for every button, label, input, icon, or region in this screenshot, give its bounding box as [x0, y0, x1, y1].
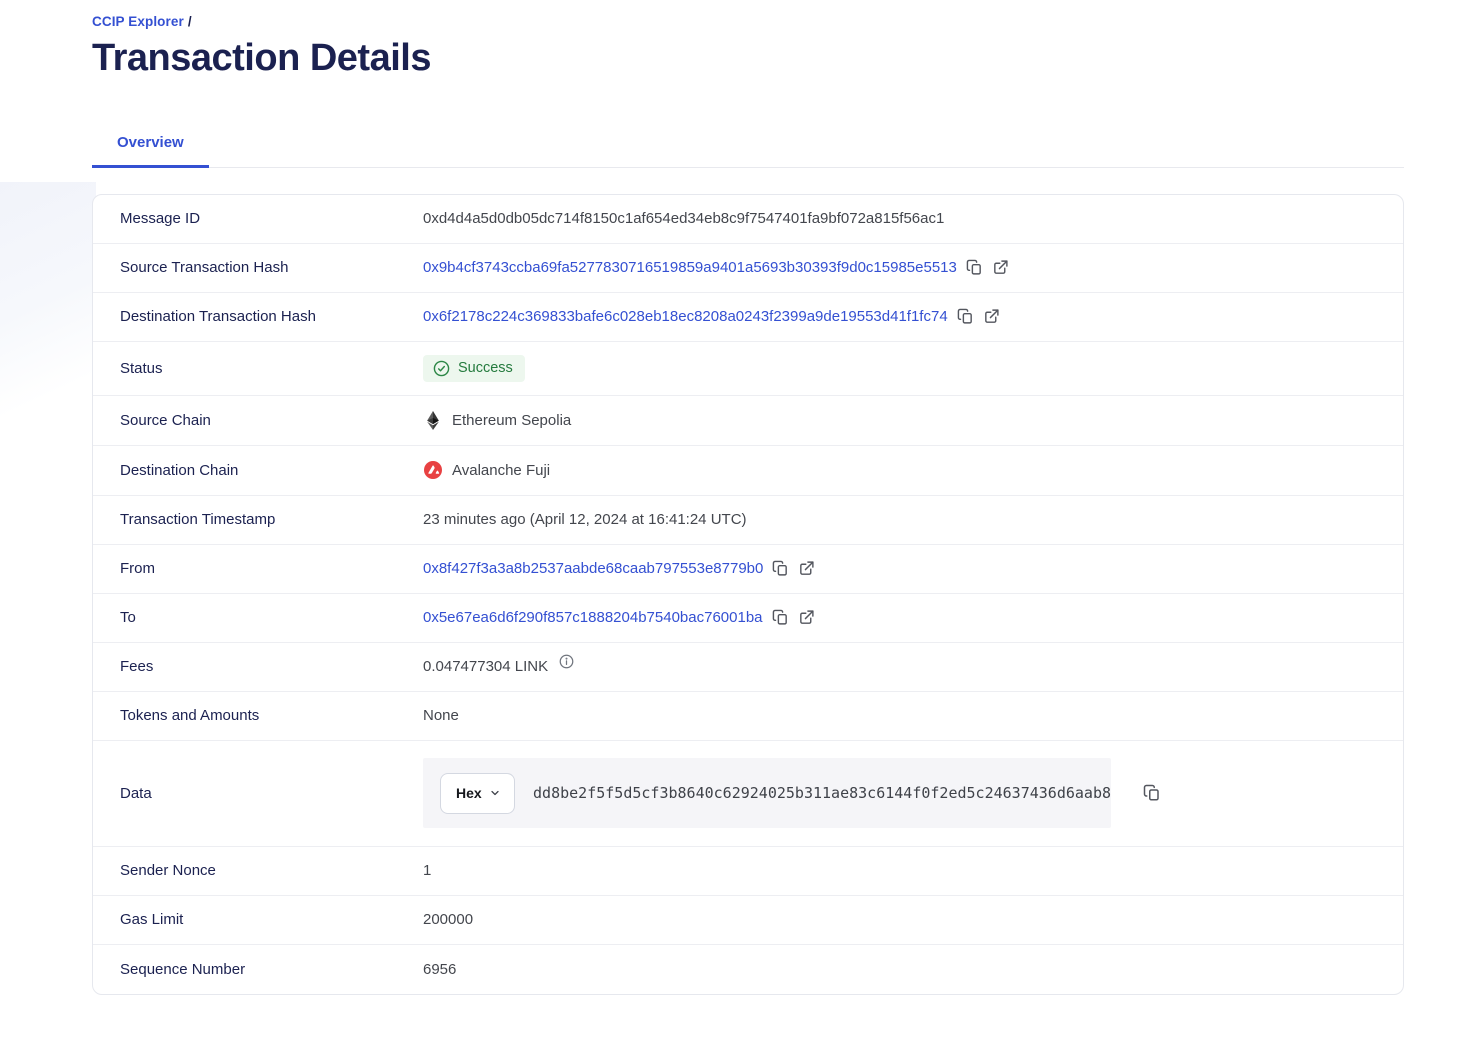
- sequence-number-value: 6956: [423, 961, 456, 978]
- copy-icon: [772, 560, 789, 577]
- row-destination-transaction-hash: Destination Transaction Hash 0x6f2178c22…: [93, 293, 1403, 342]
- source-transaction-hash-link[interactable]: 0x9b4cf3743ccba69fa5277830716519859a9401…: [423, 259, 957, 276]
- external-link-button[interactable]: [983, 308, 1000, 325]
- avalanche-icon: [423, 461, 443, 479]
- row-source-chain: Source Chain Ethereum Sepolia: [93, 396, 1403, 446]
- data-hex-container: Hex dd8be2f5f5d5cf3b8640c62924025b311ae8…: [423, 758, 1111, 828]
- row-status: Status Success: [93, 342, 1403, 396]
- external-link-icon: [983, 308, 1000, 325]
- page-title: Transaction Details: [92, 38, 1404, 80]
- row-label: Status: [93, 360, 423, 377]
- data-format-select[interactable]: Hex: [440, 773, 515, 814]
- row-transaction-timestamp: Transaction Timestamp 23 minutes ago (Ap…: [93, 496, 1403, 545]
- row-label: Sequence Number: [93, 961, 423, 978]
- sender-nonce-value: 1: [423, 862, 431, 879]
- source-chain-name: Ethereum Sepolia: [452, 412, 571, 429]
- tokens-and-amounts-value: None: [423, 707, 459, 724]
- transaction-details-card: Message ID 0xd4d4a5d0db05dc714f8150c1af6…: [92, 194, 1404, 995]
- row-gas-limit: Gas Limit 200000: [93, 896, 1403, 945]
- row-label: Gas Limit: [93, 911, 423, 928]
- ethereum-icon: [423, 411, 443, 430]
- external-link-icon: [798, 609, 815, 626]
- check-circle-icon: [433, 360, 450, 377]
- row-destination-chain: Destination Chain Avalanche Fuji: [93, 446, 1403, 496]
- external-link-icon: [798, 560, 815, 577]
- row-label: Fees: [93, 658, 423, 675]
- copy-icon: [1143, 784, 1161, 802]
- row-label: To: [93, 609, 423, 626]
- row-data: Data Hex dd8be2f5f5d5cf3b8640c62924025b3…: [93, 741, 1403, 847]
- row-label: From: [93, 560, 423, 577]
- destination-chain-name: Avalanche Fuji: [452, 462, 550, 479]
- row-sender-nonce: Sender Nonce 1: [93, 847, 1403, 896]
- row-label: Destination Chain: [93, 462, 423, 479]
- row-label: Data: [93, 785, 423, 802]
- data-format-selected: Hex: [456, 785, 482, 801]
- tab-overview[interactable]: Overview: [92, 122, 209, 168]
- copy-button[interactable]: [957, 308, 974, 325]
- status-text: Success: [458, 360, 513, 376]
- breadcrumb-link-ccip-explorer[interactable]: CCIP Explorer: [92, 14, 184, 29]
- fees-value: 0.047477304 LINK: [423, 658, 548, 675]
- destination-transaction-hash-link[interactable]: 0x6f2178c224c369833bafe6c028eb18ec8208a0…: [423, 308, 948, 325]
- external-link-button[interactable]: [798, 609, 815, 626]
- chevron-down-icon: [489, 787, 501, 799]
- transaction-timestamp-value: 23 minutes ago (April 12, 2024 at 16:41:…: [423, 511, 747, 528]
- breadcrumb: CCIP Explorer /: [92, 14, 1404, 29]
- tab-bar: Overview: [92, 122, 1404, 168]
- data-hex-value: dd8be2f5f5d5cf3b8640c62924025b311ae83c61…: [533, 784, 1111, 802]
- row-label: Sender Nonce: [93, 862, 423, 879]
- row-label: Destination Transaction Hash: [93, 308, 423, 325]
- row-message-id: Message ID 0xd4d4a5d0db05dc714f8150c1af6…: [93, 195, 1403, 244]
- row-tokens-and-amounts: Tokens and Amounts None: [93, 692, 1403, 741]
- row-label: Tokens and Amounts: [93, 707, 423, 724]
- external-link-icon: [992, 259, 1009, 276]
- row-label: Source Chain: [93, 412, 423, 429]
- message-id-value: 0xd4d4a5d0db05dc714f8150c1af654ed34eb8c9…: [423, 210, 944, 227]
- row-label: Transaction Timestamp: [93, 511, 423, 528]
- row-sequence-number: Sequence Number 6956: [93, 945, 1403, 994]
- info-icon[interactable]: [559, 654, 574, 669]
- copy-button[interactable]: [772, 560, 789, 577]
- status-badge: Success: [423, 355, 525, 382]
- copy-icon: [966, 259, 983, 276]
- copy-button[interactable]: [772, 609, 789, 626]
- main-content: CCIP Explorer / Transaction Details Overv…: [0, 0, 1470, 995]
- external-link-button[interactable]: [798, 560, 815, 577]
- copy-icon: [772, 609, 789, 626]
- breadcrumb-separator: /: [188, 14, 192, 29]
- from-address-link[interactable]: 0x8f427f3a3a8b2537aabde68caab797553e8779…: [423, 560, 763, 577]
- copy-icon: [957, 308, 974, 325]
- row-label: Message ID: [93, 210, 423, 227]
- gas-limit-value: 200000: [423, 911, 473, 928]
- row-label: Source Transaction Hash: [93, 259, 423, 276]
- copy-button[interactable]: [966, 259, 983, 276]
- external-link-button[interactable]: [992, 259, 1009, 276]
- row-from: From 0x8f427f3a3a8b2537aabde68caab797553…: [93, 545, 1403, 594]
- row-to: To 0x5e67ea6d6f290f857c1888204b7540bac76…: [93, 594, 1403, 643]
- row-source-transaction-hash: Source Transaction Hash 0x9b4cf3743ccba6…: [93, 244, 1403, 293]
- row-fees: Fees 0.047477304 LINK: [93, 643, 1403, 692]
- copy-button[interactable]: [1143, 784, 1161, 802]
- to-address-link[interactable]: 0x5e67ea6d6f290f857c1888204b7540bac76001…: [423, 609, 763, 626]
